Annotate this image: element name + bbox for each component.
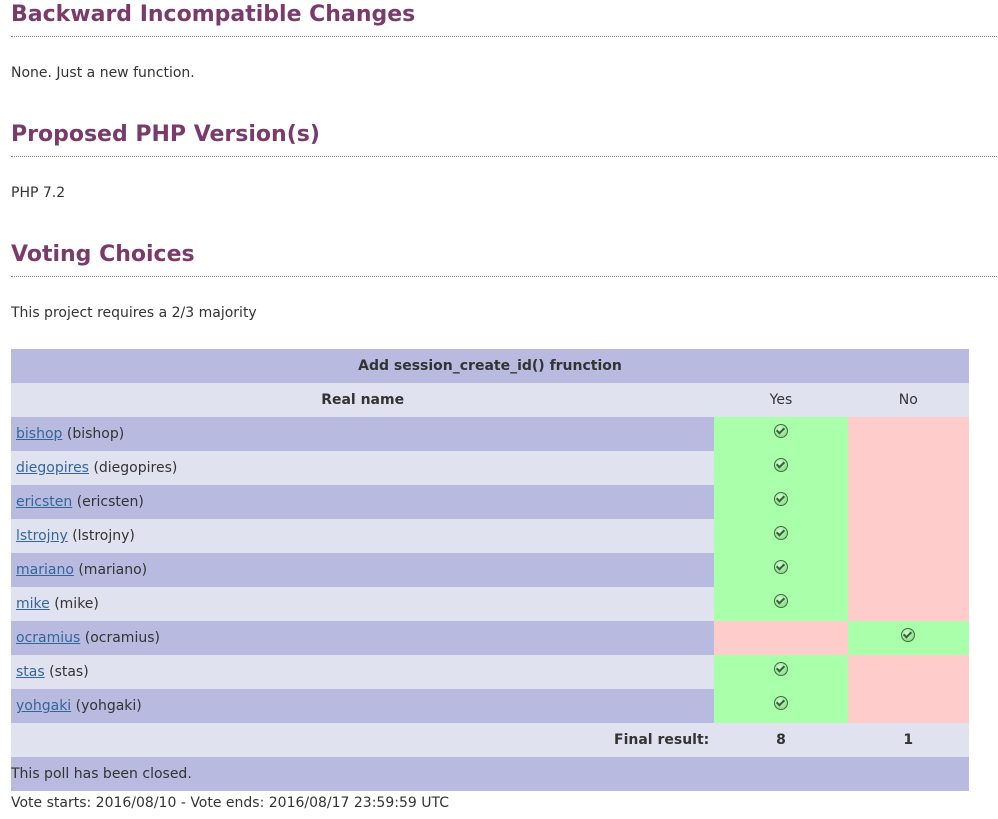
voter-realname: (mariano): [78, 562, 148, 578]
table-row: mike (mike): [11, 587, 969, 621]
vote-yes-cell: [714, 485, 848, 519]
check-icon: [773, 662, 788, 676]
final-result-label: Final result:: [11, 723, 715, 757]
vote-yes-cell: [714, 417, 848, 451]
check-icon: [773, 526, 788, 540]
table-row: mariano (mariano): [11, 553, 969, 587]
voter-name-cell: mariano (mariano): [11, 553, 715, 587]
vote-no-cell: [847, 451, 969, 485]
table-row: yohgaki (yohgaki): [11, 689, 969, 723]
section-text-proposed-version: PHP 7.2: [11, 185, 66, 201]
vote-no-cell: [847, 519, 969, 553]
section-heading-backward-incompatible: Backward Incompatible Changes: [11, 1, 997, 37]
vote-no-cell: [847, 689, 969, 723]
table-row: lstrojny (lstrojny): [11, 519, 969, 553]
voter-link[interactable]: mike: [16, 596, 50, 612]
voter-realname: (ocramius): [84, 630, 160, 646]
table-row: ocramius (ocramius): [11, 621, 969, 655]
vote-yes-cell: [714, 621, 848, 655]
col-header-yes: Yes: [714, 383, 848, 417]
section-text-voting-choices: This project requires a 2/3 majority: [11, 305, 257, 321]
check-icon: [773, 696, 788, 710]
table-row: stas (stas): [11, 655, 969, 689]
col-header-real-name: Real name: [11, 383, 715, 417]
section-heading-voting-choices: Voting Choices: [11, 241, 997, 277]
check-icon: [773, 424, 788, 438]
voter-realname: (lstrojny): [72, 528, 135, 544]
check-icon: [773, 458, 788, 472]
poll-title: Add session_create_id() frunction: [11, 349, 969, 383]
voter-realname: (mike): [54, 596, 99, 612]
final-result-no: 1: [847, 723, 969, 757]
vote-yes-cell: [714, 689, 848, 723]
voter-name-cell: yohgaki (yohgaki): [11, 689, 715, 723]
vote-no-cell: [847, 587, 969, 621]
poll-title-row: Add session_create_id() frunction: [11, 349, 969, 383]
voter-name-cell: mike (mike): [11, 587, 715, 621]
vote-table: Add session_create_id() frunction Real n…: [11, 349, 969, 791]
voter-link[interactable]: yohgaki: [16, 698, 71, 714]
vote-yes-cell: [714, 451, 848, 485]
section-text-backward-incompatible: None. Just a new function.: [11, 65, 195, 81]
voter-link[interactable]: lstrojny: [16, 528, 68, 544]
vote-yes-cell: [714, 587, 848, 621]
voter-name-cell: diegopires (diegopires): [11, 451, 715, 485]
voter-link[interactable]: ericsten: [16, 494, 72, 510]
table-row: bishop (bishop): [11, 417, 969, 451]
voter-realname: (yohgaki): [75, 698, 142, 714]
voter-link[interactable]: mariano: [16, 562, 74, 578]
check-icon: [773, 492, 788, 506]
vote-yes-cell: [714, 553, 848, 587]
final-result-row: Final result: 8 1: [11, 723, 969, 757]
poll-closed-text: This poll has been closed.: [11, 757, 969, 791]
voter-link[interactable]: bishop: [16, 426, 62, 442]
voter-realname: (ericsten): [76, 494, 144, 510]
voter-realname: (diegopires): [93, 460, 178, 476]
voter-name-cell: ocramius (ocramius): [11, 621, 715, 655]
col-header-no: No: [847, 383, 969, 417]
vote-no-cell: [847, 621, 969, 655]
voter-realname: (stas): [49, 664, 89, 680]
voter-realname: (bishop): [66, 426, 125, 442]
vote-yes-cell: [714, 655, 848, 689]
vote-no-cell: [847, 655, 969, 689]
voter-name-cell: lstrojny (lstrojny): [11, 519, 715, 553]
check-icon: [773, 560, 788, 574]
section-heading-proposed-version: Proposed PHP Version(s): [11, 121, 997, 157]
voter-link[interactable]: ocramius: [16, 630, 80, 646]
poll-closed-row: This poll has been closed.: [11, 757, 969, 791]
vote-no-cell: [847, 485, 969, 519]
vote-dates: Vote starts: 2016/08/10 - Vote ends: 201…: [11, 795, 449, 811]
table-row: ericsten (ericsten): [11, 485, 969, 519]
final-result-yes: 8: [714, 723, 848, 757]
check-icon: [773, 594, 788, 608]
voter-name-cell: stas (stas): [11, 655, 715, 689]
vote-no-cell: [847, 553, 969, 587]
table-row: diegopires (diegopires): [11, 451, 969, 485]
voter-name-cell: bishop (bishop): [11, 417, 715, 451]
vote-no-cell: [847, 417, 969, 451]
vote-yes-cell: [714, 519, 848, 553]
check-icon: [901, 628, 916, 642]
voter-name-cell: ericsten (ericsten): [11, 485, 715, 519]
voter-link[interactable]: diegopires: [16, 460, 89, 476]
poll-header-row: Real name Yes No: [11, 383, 969, 417]
voter-link[interactable]: stas: [16, 664, 45, 680]
